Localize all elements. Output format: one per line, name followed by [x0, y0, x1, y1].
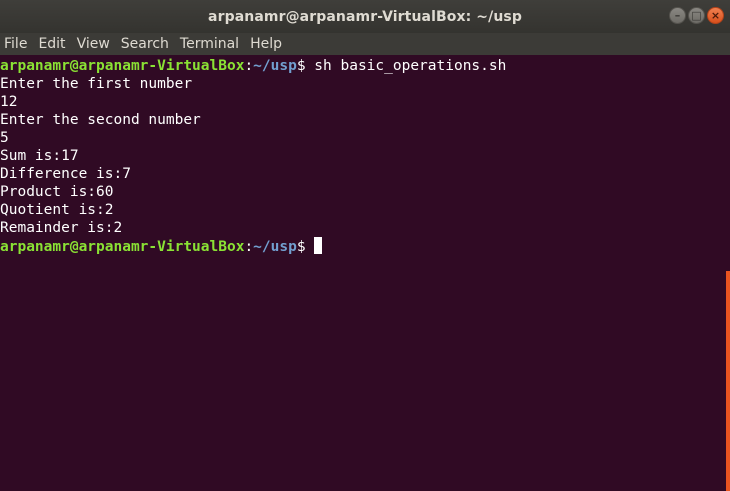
menu-help[interactable]: Help	[246, 36, 286, 52]
terminal-output[interactable]: arpanamr@arpanamr-VirtualBox:~/usp$ sh b…	[0, 55, 726, 491]
window-title: arpanamr@arpanamr-VirtualBox: ~/usp	[208, 8, 522, 25]
prompt-path: ~/usp	[253, 239, 297, 255]
window-controls: – □ ×	[669, 7, 724, 24]
output-line: Quotient is:2	[0, 202, 114, 218]
output-line: Enter the second number	[0, 112, 201, 128]
menu-bar: File Edit View Search Terminal Help	[0, 33, 730, 55]
output-line: 5	[0, 130, 9, 146]
prompt-separator: :	[244, 58, 254, 74]
close-button[interactable]: ×	[707, 7, 724, 24]
prompt-user: arpanamr@arpanamr-VirtualBox	[0, 239, 245, 255]
output-line: Enter the first number	[0, 76, 193, 92]
prompt-symbol: $	[296, 239, 306, 255]
maximize-button[interactable]: □	[688, 7, 705, 24]
prompt-symbol: $	[296, 58, 306, 74]
current-prompt-line[interactable]: arpanamr@arpanamr-VirtualBox:~/usp$	[0, 237, 726, 255]
menu-terminal[interactable]: Terminal	[176, 36, 243, 52]
prompt-separator: :	[244, 239, 254, 255]
menu-search[interactable]: Search	[117, 36, 173, 52]
output-line: Remainder is:2	[0, 220, 123, 236]
output-line: 12	[0, 94, 18, 110]
command-text: sh basic_operations.sh	[305, 58, 507, 74]
window-titlebar[interactable]: arpanamr@arpanamr-VirtualBox: ~/usp – □ …	[0, 0, 730, 33]
menu-file[interactable]: File	[0, 36, 31, 52]
prompt-path: ~/usp	[253, 58, 297, 74]
command-line: arpanamr@arpanamr-VirtualBox:~/usp$ sh b…	[0, 57, 726, 75]
output-line: Difference is:7	[0, 166, 131, 182]
menu-view[interactable]: View	[73, 36, 114, 52]
menu-edit[interactable]: Edit	[34, 36, 69, 52]
output-line: Product is:60	[0, 184, 114, 200]
output-line: Sum is:17	[0, 148, 79, 164]
scrollbar-thumb[interactable]	[726, 271, 730, 491]
text-cursor	[314, 237, 323, 254]
minimize-button[interactable]: –	[669, 7, 686, 24]
prompt-user: arpanamr@arpanamr-VirtualBox	[0, 58, 245, 74]
